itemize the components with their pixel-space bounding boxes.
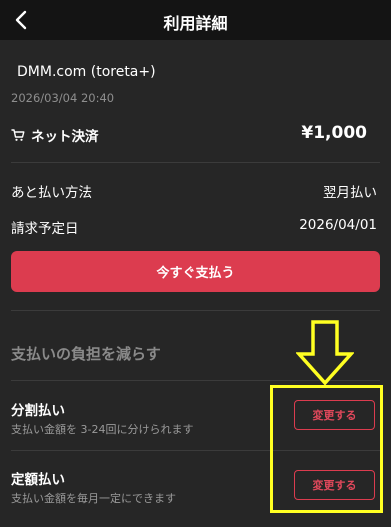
fixed-change-button[interactable]: 変更する — [294, 470, 375, 500]
page-title: 利用詳細 — [163, 14, 228, 33]
transaction-datetime: 2026/03/04 20:40 — [11, 91, 115, 105]
divider — [11, 450, 380, 451]
divider — [11, 162, 380, 163]
detail-content: DMM.com (toreta+) 2026/03/04 20:40 ネット決済… — [0, 40, 391, 527]
fixed-plan-title: 定額払い — [11, 472, 65, 488]
installment-change-button[interactable]: 変更する — [294, 400, 375, 430]
pay-now-button[interactable]: 今すぐ支払う — [11, 251, 380, 292]
payment-method-value: 翌月払い — [323, 185, 377, 201]
due-date-label: 請求予定日 — [11, 221, 79, 237]
payment-method-label: あと払い方法 — [11, 185, 92, 201]
payment-type-label: ネット決済 — [31, 129, 99, 145]
app-header: 利用詳細 — [0, 0, 391, 40]
installment-plan-description: 支払い金額を 3-24回に分けられます — [11, 423, 194, 436]
arrow-down-icon — [296, 320, 354, 386]
payment-type: ネット決済 — [11, 125, 99, 145]
installment-plan-title: 分割払い — [11, 403, 65, 419]
due-date-value: 2026/04/01 — [299, 217, 377, 233]
payment-amount: ¥1,000 — [301, 123, 367, 143]
divider — [11, 310, 380, 311]
section-title: 支払いの負担を減らす — [11, 345, 161, 363]
merchant-name: DMM.com (toreta+) — [17, 64, 156, 80]
fixed-plan-description: 支払い金額を毎月一定にできます — [11, 492, 176, 505]
cart-icon — [11, 129, 25, 141]
